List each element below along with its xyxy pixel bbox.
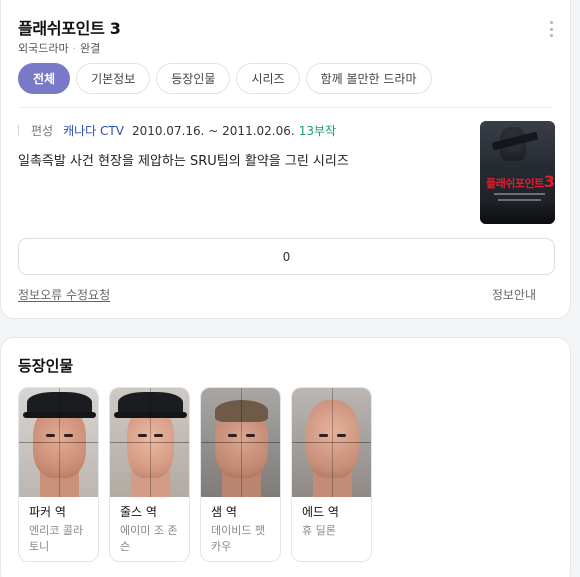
- tab-series[interactable]: 시리즈: [236, 63, 300, 94]
- cast-actor: 에이미 조 존슨: [120, 524, 178, 553]
- info-guide-link[interactable]: 정보안내: [492, 286, 536, 303]
- more-options-icon[interactable]: [546, 21, 556, 37]
- photo-eye: [337, 434, 346, 437]
- cast-role: 파커 역: [29, 505, 66, 519]
- drama-info-card: 플래쉬포인트 3 외국드라마 · 완결 전체 기본정보 등장인물 시리즈 함께 볼만…: [0, 0, 571, 319]
- meta-bar: [18, 125, 19, 136]
- tab-related-dramas[interactable]: 함께 볼만한 드라마: [305, 63, 432, 94]
- broadcast-period: 2010.07.16. ~ 2011.02.06.: [131, 123, 295, 138]
- cast-item-ed[interactable]: 에드 역 휴 딜론: [291, 387, 372, 562]
- poster-title-text: 플래쉬포인트: [486, 177, 544, 190]
- avatar: [110, 388, 189, 497]
- cast-text: 줄스 역 에이미 조 존슨: [110, 497, 189, 555]
- photo-eye: [46, 434, 55, 437]
- cast-section-title: 등장인물: [18, 357, 74, 375]
- cast-text: 샘 역 데이비드 팻카우: [201, 497, 280, 555]
- drama-subtitle: 외국드라마 · 완결: [18, 40, 100, 56]
- cast-role: 줄스 역: [120, 505, 157, 519]
- poster-number: 3: [543, 172, 555, 191]
- cast-list: 파커 역 엔리코 콜라토니 줄스 역 에이미 조 존슨 샘 역 데이비드 팻카우…: [18, 387, 372, 562]
- page-title: 플래쉬포인트 3: [18, 19, 121, 38]
- poster-title: 플래쉬포인트3: [486, 172, 555, 191]
- tab-basic-info[interactable]: 기본정보: [76, 63, 151, 94]
- cast-role: 에드 역: [302, 505, 339, 519]
- report-error-link[interactable]: 정보오류 수정요청: [18, 286, 110, 303]
- tab-cast[interactable]: 등장인물: [156, 63, 231, 94]
- cast-actor: 휴 딜론: [302, 524, 336, 537]
- avatar: [19, 388, 98, 497]
- cast-actor: 엔리코 콜라토니: [29, 524, 84, 553]
- cast-item-jules[interactable]: 줄스 역 에이미 조 존슨: [109, 387, 190, 562]
- photo-eye: [138, 434, 147, 437]
- cast-actor: 데이비드 팻카우: [211, 524, 266, 553]
- divider: [18, 107, 553, 108]
- drama-description: 일촉즉발 사건 현장을 제압하는 SRU팀의 활약을 그린 시리즈: [18, 154, 349, 169]
- broadcast-label: 편성: [31, 124, 54, 138]
- photo-eye: [154, 434, 163, 437]
- cast-role: 샘 역: [211, 505, 237, 519]
- avatar: [292, 388, 371, 497]
- category-label: 외국드라마: [18, 42, 69, 55]
- cast-text: 에드 역 휴 딜론: [292, 497, 371, 539]
- photo-eye: [319, 434, 328, 437]
- cast-item-sam[interactable]: 샘 역 데이비드 팻카우: [200, 387, 281, 562]
- poster-shade: [480, 200, 555, 224]
- cast-item-parker[interactable]: 파커 역 엔리코 콜라토니: [18, 387, 99, 562]
- tab-bar: 전체 기본정보 등장인물 시리즈 함께 볼만한 드라마: [18, 63, 432, 94]
- tab-all[interactable]: 전체: [18, 63, 71, 94]
- separator-dot: ·: [72, 42, 77, 55]
- photo-eye: [228, 434, 237, 437]
- cast-text: 파커 역 엔리코 콜라토니: [19, 497, 98, 555]
- crosshair-line: [332, 388, 333, 497]
- cast-card: 등장인물 파커 역 엔리코 콜라토니 줄스 역 에이미 조 존슨 샘 역 데이비…: [0, 337, 571, 577]
- crosshair-line: [150, 388, 151, 497]
- crosshair-line: [241, 388, 242, 497]
- photo-eye: [64, 434, 73, 437]
- rating-box[interactable]: 0: [18, 238, 555, 275]
- broadcast-info: 편성 캐나다 CTV 2010.07.16. ~ 2011.02.06. 13부…: [18, 122, 336, 139]
- poster-image[interactable]: 플래쉬포인트3: [480, 121, 555, 224]
- episode-count: 13부작: [298, 124, 337, 138]
- avatar: [201, 388, 280, 497]
- poster-caption-line: [494, 193, 545, 195]
- broadcast-channel-link[interactable]: 캐나다 CTV: [63, 122, 124, 139]
- crosshair-line: [59, 388, 60, 497]
- photo-eye: [246, 434, 255, 437]
- status-label: 완결: [80, 42, 101, 55]
